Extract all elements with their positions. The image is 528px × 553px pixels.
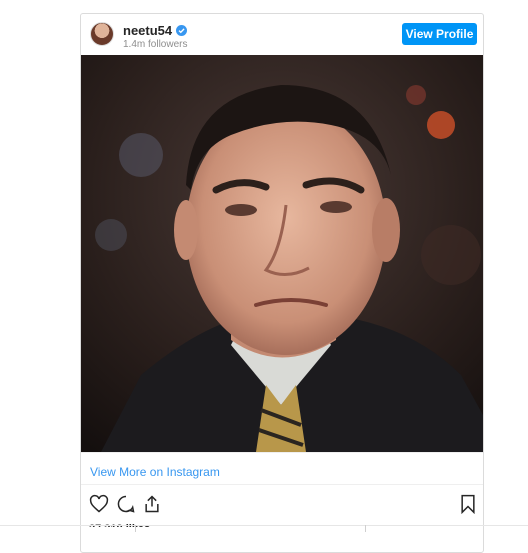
followers-count: 1.4m followers bbox=[123, 39, 188, 50]
view-profile-button[interactable]: View Profile bbox=[402, 23, 477, 45]
share-icon[interactable] bbox=[142, 494, 162, 514]
verified-badge-icon bbox=[176, 25, 188, 36]
page-divider bbox=[0, 525, 528, 526]
divider bbox=[81, 484, 483, 485]
divider bbox=[81, 452, 483, 453]
post-header: neetu54 1.4m followers View Profile bbox=[81, 14, 483, 55]
instagram-embed: neetu54 1.4m followers View Profile View… bbox=[80, 13, 484, 553]
username-label[interactable]: neetu54 bbox=[123, 23, 172, 38]
username[interactable]: neetu54 bbox=[123, 23, 188, 38]
portrait-photo bbox=[81, 55, 483, 452]
page-divider-tick bbox=[135, 525, 136, 532]
bookmark-icon[interactable] bbox=[458, 494, 478, 514]
view-more-link[interactable]: View More on Instagram bbox=[90, 465, 220, 479]
heart-icon[interactable] bbox=[89, 494, 109, 514]
page-divider-tick bbox=[365, 525, 366, 532]
comment-icon[interactable] bbox=[116, 494, 136, 514]
avatar[interactable] bbox=[90, 22, 114, 46]
post-image[interactable] bbox=[81, 55, 483, 452]
